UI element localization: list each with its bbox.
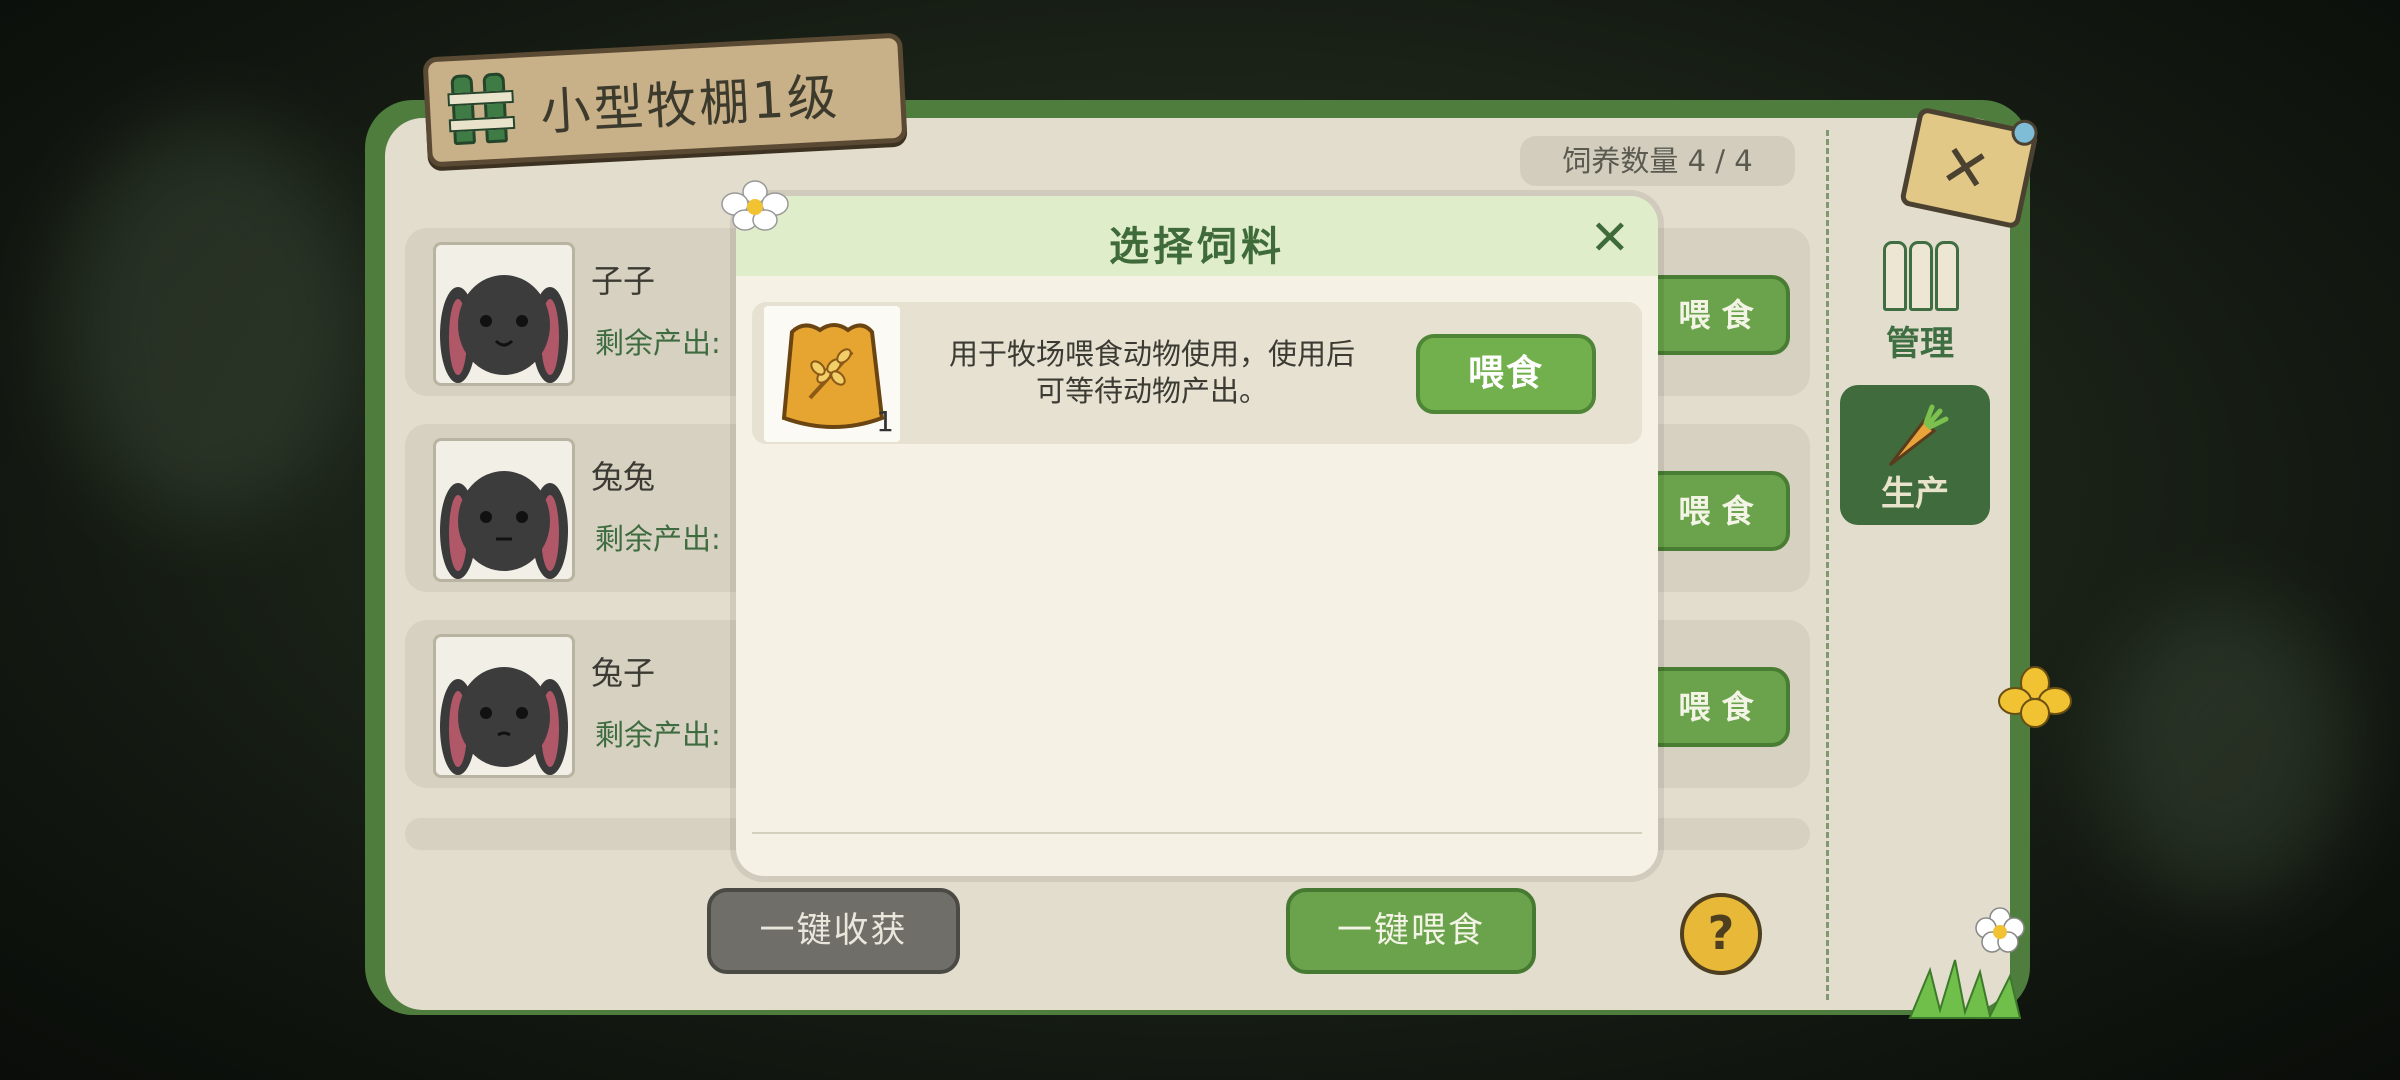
grass-flower-icon	[1908, 907, 2025, 1019]
yellow-flower-icon	[1998, 666, 2072, 728]
harvest-all-button[interactable]: 一键收获	[707, 888, 960, 974]
feed-item-slot[interactable]: 1	[764, 306, 900, 442]
rabbit-avatar	[433, 438, 575, 582]
feed-all-button[interactable]: 一键喂食	[1286, 888, 1536, 974]
item-description: 用于牧场喂食动物使用，使用后 可等待动物产出。	[922, 336, 1382, 410]
animal-name: 兔子	[591, 654, 656, 692]
rabbit-icon	[440, 471, 568, 579]
animal-name: 子子	[591, 262, 656, 300]
animal-name: 兔兔	[591, 458, 656, 496]
rabbit-icon	[440, 275, 568, 383]
help-button[interactable]: ?	[1680, 893, 1762, 975]
select-feed-dialog: 选择饲料 ✕ 1 用于牧场喂食动物使用，使用后 可等待动物产出。 喂食	[736, 196, 1658, 876]
background-blob	[60, 120, 360, 520]
carrot-icon	[1888, 404, 1949, 467]
sidebar-divider	[1826, 130, 1829, 1000]
fence-icon	[446, 72, 516, 146]
item-quantity: 1	[876, 405, 894, 438]
feed-count-value: 4 / 4	[1687, 144, 1753, 178]
tab-produce-label: 生产	[1881, 474, 1949, 514]
use-feed-button[interactable]: 喂食	[1416, 334, 1596, 414]
background-blob	[2100, 600, 2350, 900]
tab-produce[interactable]: 生产	[1840, 385, 1990, 525]
dialog-close-button[interactable]: ✕	[1590, 210, 1630, 266]
fence-icon	[1883, 241, 1963, 311]
feed-button[interactable]: 喂 食	[1642, 667, 1790, 747]
rabbit-avatar	[433, 634, 575, 778]
rabbit-avatar	[433, 242, 575, 386]
divider	[752, 832, 1642, 834]
feed-count-label: 饲养数量	[1562, 144, 1679, 178]
feed-count: 饲养数量 4 / 4	[1520, 136, 1795, 186]
dialog-title: 选择饲料	[1109, 224, 1285, 270]
rabbit-icon	[440, 667, 568, 775]
dialog-header: 选择饲料 ✕	[736, 196, 1658, 276]
remaining-output: 剩余产出:	[595, 522, 721, 556]
item-description-line: 用于牧场喂食动物使用，使用后	[948, 337, 1355, 371]
feed-button[interactable]: 喂 食	[1642, 471, 1790, 551]
feed-button[interactable]: 喂 食	[1642, 275, 1790, 355]
tab-manage-label: 管理	[1886, 324, 1954, 364]
item-description-line: 可等待动物产出。	[1035, 374, 1268, 408]
page-title: 小型牧棚1级	[538, 67, 842, 142]
white-flower-icon	[721, 180, 789, 231]
feed-item-row[interactable]: 1 用于牧场喂食动物使用，使用后 可等待动物产出。 喂食	[752, 302, 1642, 444]
close-icon: ✕	[1934, 129, 1997, 207]
remaining-output: 剩余产出:	[595, 326, 721, 360]
remaining-output: 剩余产出:	[595, 718, 721, 752]
tab-manage[interactable]: 管理	[1845, 235, 1995, 375]
